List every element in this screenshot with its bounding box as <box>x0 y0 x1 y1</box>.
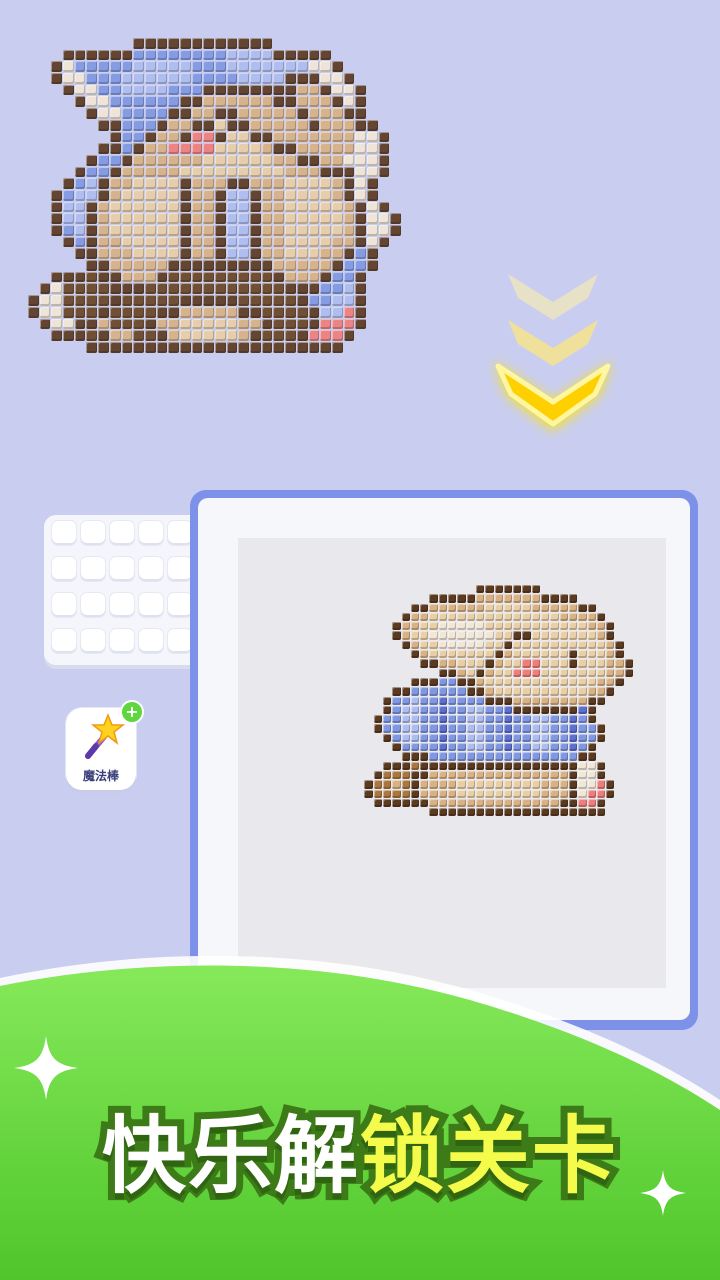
banner-title-part2: 锁关卡 <box>353 1100 623 1212</box>
frame-mat <box>198 498 690 1020</box>
bead-tray <box>44 515 214 665</box>
tray-slot <box>81 521 105 545</box>
canvas-area <box>238 538 666 988</box>
tray-slot <box>110 593 134 617</box>
tray-slot <box>168 593 192 617</box>
tray-slot <box>110 629 134 653</box>
tray-slot <box>168 629 192 653</box>
tray-slot <box>81 629 105 653</box>
tray-slot <box>110 521 134 545</box>
tray-slot <box>52 629 76 653</box>
tray-slot <box>81 557 105 581</box>
game-screen: 魔法棒 + 快乐解锁关卡 <box>0 0 720 1280</box>
tray-slot <box>52 557 76 581</box>
tray-slot <box>139 629 163 653</box>
tray-slot <box>52 521 76 545</box>
tray-slot <box>110 557 134 581</box>
tray-slot <box>139 521 163 545</box>
tray-slot <box>139 593 163 617</box>
banner-title: 快乐解锁关卡 <box>0 1100 720 1212</box>
tray-slot <box>168 521 192 545</box>
picture-frame <box>190 490 698 1030</box>
sparkle-icon <box>14 1036 78 1100</box>
banner-title-part1: 快乐解 <box>95 1100 365 1212</box>
tray-slot <box>168 557 192 581</box>
tray-slot <box>81 593 105 617</box>
tray-slot <box>52 593 76 617</box>
magic-wand-icon <box>85 712 126 759</box>
down-chevrons-icon <box>494 274 612 430</box>
scattered-bead-art[interactable] <box>28 38 424 353</box>
magic-wand-button[interactable]: 魔法棒 + <box>66 700 144 790</box>
magic-wand-label: 魔法棒 <box>82 769 119 783</box>
tray-slot <box>139 557 163 581</box>
plus-icon[interactable]: + <box>120 700 144 724</box>
finished-bead-art <box>290 585 642 826</box>
